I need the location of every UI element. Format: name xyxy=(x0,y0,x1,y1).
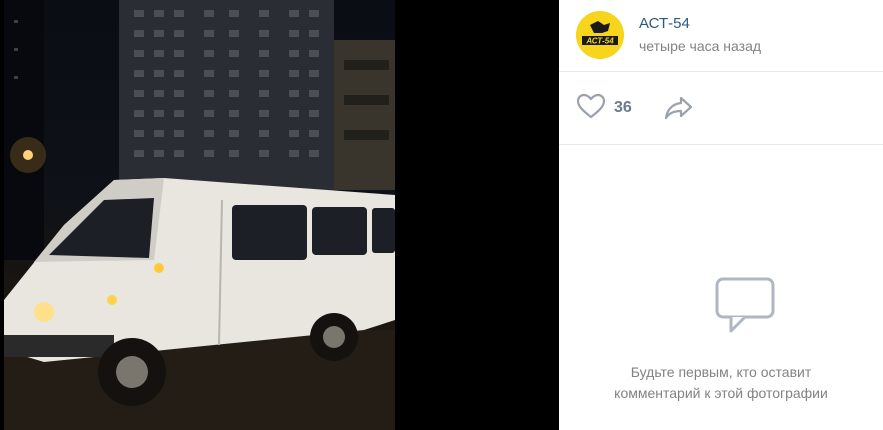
like-count: 36 xyxy=(614,99,632,116)
comments-empty-line1: Будьте первым, кто оставит xyxy=(630,364,812,380)
author-link[interactable]: АСТ-54 xyxy=(639,15,690,32)
comments-empty-text: Будьте первым, кто оставит комментарий к… xyxy=(559,362,883,404)
avatar-logo: АСТ-54 xyxy=(576,11,624,59)
share-icon xyxy=(663,96,695,126)
post-header: АСТ-54 АСТ-54 четыре часа назад xyxy=(559,0,883,72)
avatar[interactable]: АСТ-54 xyxy=(576,11,624,59)
photo[interactable] xyxy=(4,0,395,430)
photo-image xyxy=(4,0,395,430)
post-time: четыре часа назад xyxy=(639,38,762,54)
heart-icon xyxy=(576,93,606,124)
post-actions: 36 xyxy=(559,72,883,145)
photo-viewer xyxy=(0,0,559,430)
side-panel: АСТ-54 АСТ-54 четыре часа назад 36 Будьт… xyxy=(559,0,883,430)
share-button[interactable] xyxy=(663,94,695,122)
like-button[interactable]: 36 xyxy=(576,93,632,124)
comments-empty-line2: комментарий к этой фотографии xyxy=(614,385,828,401)
svg-text:АСТ-54: АСТ-54 xyxy=(585,37,614,46)
